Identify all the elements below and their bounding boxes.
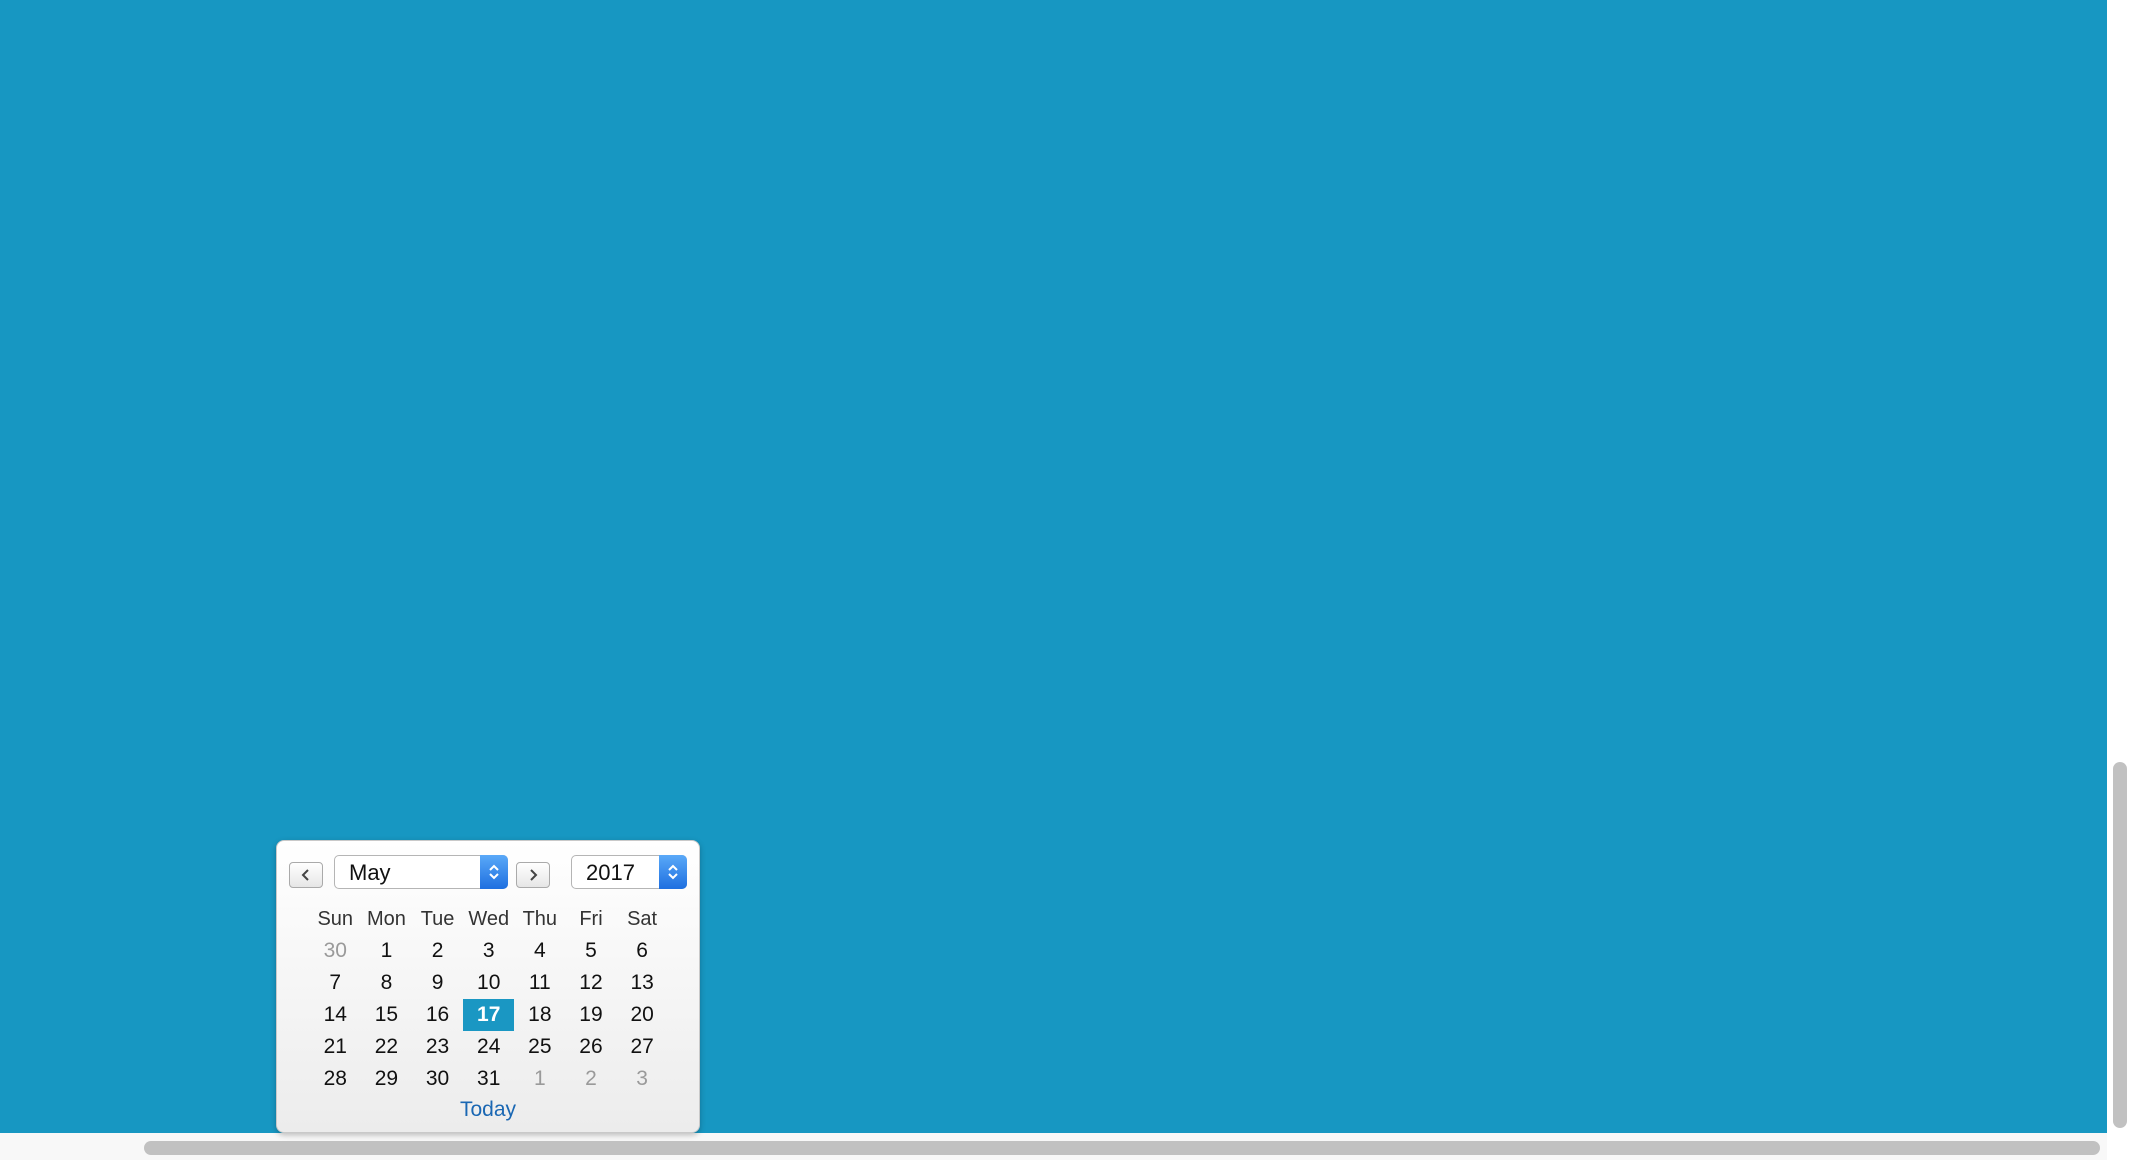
weekday-label: Tue [420, 907, 455, 930]
year-select[interactable]: 2017 [571, 855, 687, 889]
month-select-value: May [349, 860, 391, 885]
day-cell[interactable]: 18 [515, 999, 566, 1031]
day-cell[interactable]: 5 [566, 935, 617, 967]
calendar-week-row: 14 15 16 17 18 19 20 [310, 999, 668, 1031]
day-cell[interactable]: 13 [617, 967, 668, 999]
chevron-right-icon [530, 869, 538, 881]
up-down-arrows-icon [480, 855, 508, 889]
weekday-label: Thu [522, 907, 558, 930]
day-cell[interactable]: 3 [463, 935, 514, 967]
day-cell[interactable]: 16 [412, 999, 463, 1031]
day-cell[interactable]: 21 [310, 1031, 361, 1063]
day-cell[interactable]: 22 [361, 1031, 412, 1063]
vertical-scrollbar-thumb[interactable] [2113, 762, 2127, 1128]
month-select[interactable]: May [334, 855, 508, 889]
other-month-day-cell[interactable]: 1 [515, 1063, 566, 1095]
year-select-value: 2017 [586, 860, 635, 885]
day-cell[interactable]: 7 [310, 967, 361, 999]
weekday-label: Sun [317, 907, 354, 930]
day-cell[interactable]: 9 [412, 967, 463, 999]
day-cell[interactable]: 10 [463, 967, 514, 999]
other-month-day-cell[interactable]: 2 [566, 1063, 617, 1095]
day-cell[interactable]: 25 [515, 1031, 566, 1063]
calendar-weeks: 30 1 2 3 4 5 6 7 8 9 10 11 12 13 14 15 16 17 18 19 20 21 22 23 2… [310, 935, 668, 1095]
day-cell[interactable]: 1 [361, 935, 412, 967]
other-month-day-cell[interactable]: 30 [310, 935, 361, 967]
selected-day-cell[interactable]: 17 [463, 999, 514, 1031]
today-link[interactable]: Today [277, 1098, 699, 1122]
day-cell[interactable]: 30 [412, 1063, 463, 1095]
calendar-week-row: 21 22 23 24 25 26 27 [310, 1031, 668, 1063]
horizontal-scrollbar-thumb[interactable] [144, 1141, 2100, 1155]
day-cell[interactable]: 20 [617, 999, 668, 1031]
other-month-day-cell[interactable]: 3 [617, 1063, 668, 1095]
weekday-label: Sat [627, 907, 658, 930]
weekday-label: Wed [468, 907, 510, 930]
up-down-arrows-icon [659, 855, 687, 889]
day-cell[interactable]: 23 [412, 1031, 463, 1063]
day-cell[interactable]: 15 [361, 999, 412, 1031]
day-cell[interactable]: 29 [361, 1063, 412, 1095]
day-cell[interactable]: 2 [412, 935, 463, 967]
prev-month-button[interactable] [289, 862, 323, 888]
day-cell[interactable]: 27 [617, 1031, 668, 1063]
calendar-grid: Sun Mon Tue Wed Thu Fri Sat 30 1 2 3 4 5 6 7 8 9 10 11 12 1… [310, 903, 668, 1095]
next-month-button[interactable] [516, 862, 550, 888]
day-cell[interactable]: 6 [617, 935, 668, 967]
chevron-left-icon [301, 869, 309, 881]
calendar-week-row: 28 29 30 31 1 2 3 [310, 1063, 668, 1095]
day-cell[interactable]: 31 [463, 1063, 514, 1095]
day-cell[interactable]: 11 [515, 967, 566, 999]
weekday-header-row: Sun Mon Tue Wed Thu Fri Sat [310, 903, 668, 935]
day-cell[interactable]: 19 [566, 999, 617, 1031]
day-cell[interactable]: 24 [463, 1031, 514, 1063]
calendar-week-row: 7 8 9 10 11 12 13 [310, 967, 668, 999]
day-cell[interactable]: 26 [566, 1031, 617, 1063]
weekday-label: Mon [366, 907, 406, 930]
day-cell[interactable]: 4 [515, 935, 566, 967]
day-cell[interactable]: 14 [310, 999, 361, 1031]
day-cell[interactable]: 8 [361, 967, 412, 999]
day-cell[interactable]: 28 [310, 1063, 361, 1095]
calendar-week-row: 30 1 2 3 4 5 6 [310, 935, 668, 967]
datepicker-popup: May 2017 Sun Mon Tue Wed Thu Fri Sat 30 1 2 3 4 5 6 7… [276, 840, 700, 1133]
day-cell[interactable]: 12 [566, 967, 617, 999]
weekday-label: Fri [579, 907, 603, 930]
